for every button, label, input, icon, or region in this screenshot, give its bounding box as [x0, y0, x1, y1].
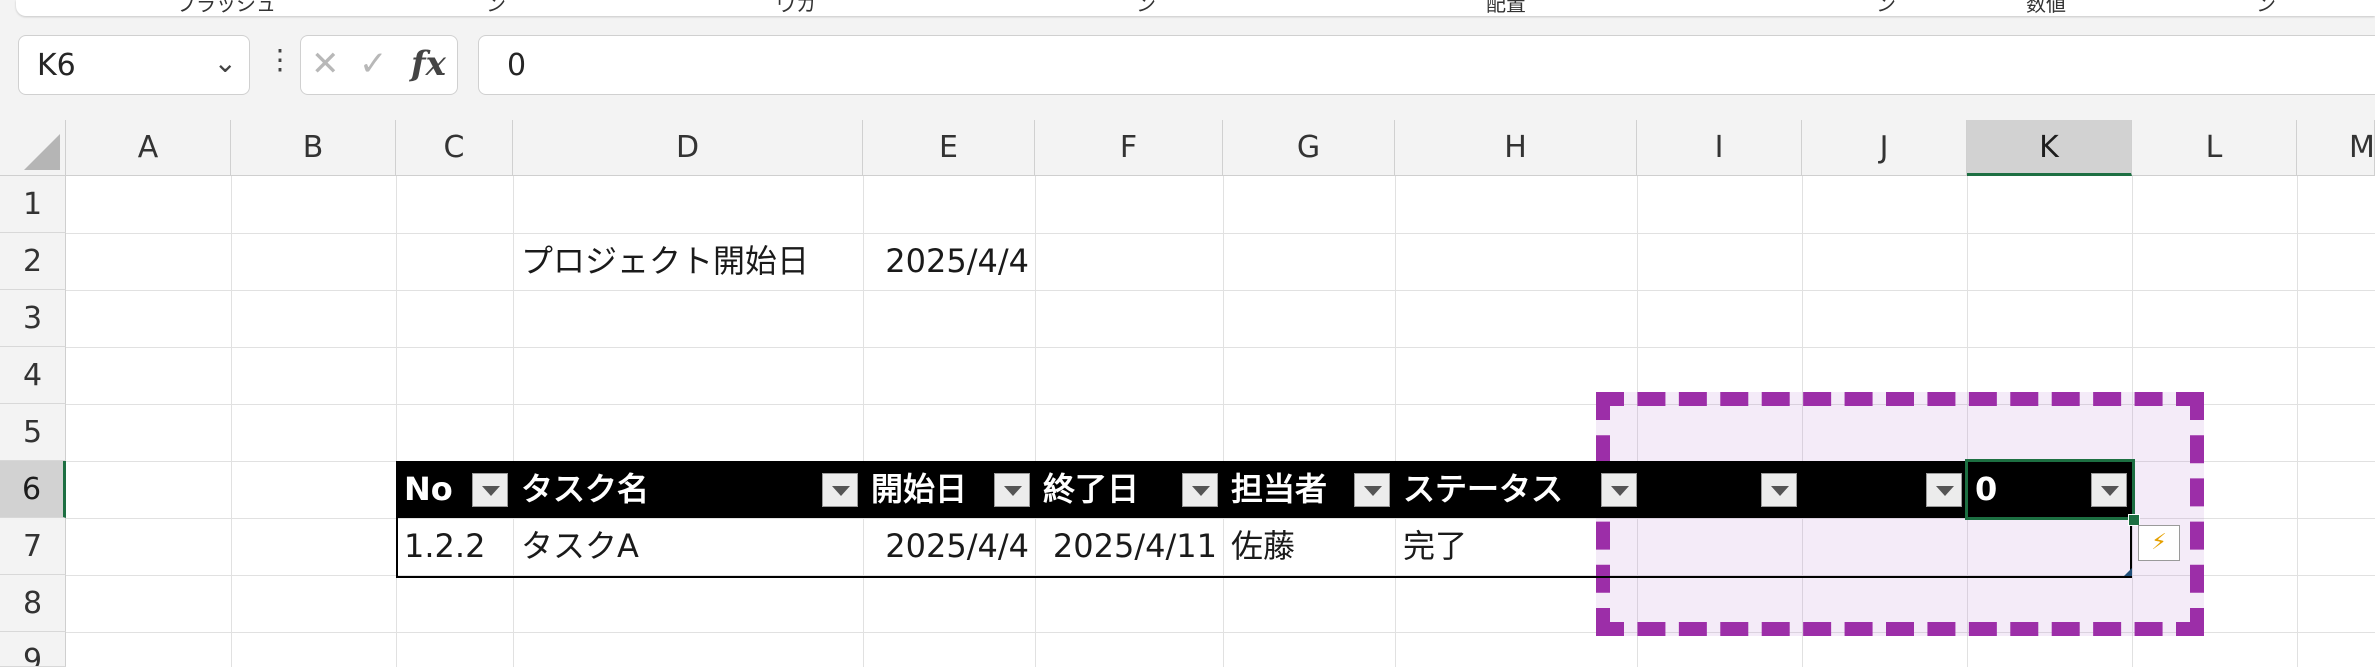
gridline [2297, 176, 2298, 667]
filter-dropdown-icon[interactable] [1926, 473, 1962, 507]
column-header-a[interactable]: A [66, 120, 231, 176]
row-header-4[interactable]: 4 [0, 347, 66, 404]
gridline [1035, 176, 1036, 667]
column-header-k[interactable]: K [1967, 120, 2132, 176]
formula-value: 0 [507, 48, 527, 83]
name-box-value: K6 [37, 48, 76, 83]
gridline [396, 176, 397, 667]
ribbon-bottom-strip: フラッシュ ン ウカ ン 配置 ン 数値 ン [16, 0, 2375, 16]
table-cell-i[interactable] [1637, 518, 1802, 575]
table-cell-start[interactable]: 2025/4/4 [863, 518, 1035, 575]
table-cell-task[interactable]: タスクA [513, 518, 863, 575]
filter-dropdown-icon[interactable] [1354, 473, 1390, 507]
column-header-e[interactable]: E [863, 120, 1035, 176]
table-header-task[interactable]: タスク名 [513, 461, 863, 518]
column-header-i[interactable]: I [1637, 120, 1802, 176]
formula-buttons: ✕ ✓ fx [300, 35, 458, 95]
column-header-d[interactable]: D [513, 120, 863, 176]
insert-function-icon[interactable]: fx [411, 44, 446, 84]
column-header-f[interactable]: F [1035, 120, 1223, 176]
ribbon-fragment: ン [2256, 0, 2276, 16]
table-cell-status[interactable]: 完了 [1395, 518, 1637, 575]
column-header-b[interactable]: B [231, 120, 396, 176]
table-cell-end[interactable]: 2025/4/11 [1035, 518, 1223, 575]
cell-d2[interactable]: プロジェクト開始日 [513, 233, 863, 290]
filter-dropdown-icon[interactable] [1182, 473, 1218, 507]
row-header-3[interactable]: 3 [0, 290, 66, 347]
gridline [1395, 176, 1396, 667]
gridline [66, 347, 2375, 348]
name-box[interactable]: K6 ⌄ [18, 35, 250, 95]
gridline [1223, 176, 1224, 667]
column-header-c[interactable]: C [396, 120, 513, 176]
table-cell-k[interactable] [1967, 518, 2132, 575]
ribbon-fragment: 数値 [2026, 0, 2066, 16]
gridline [231, 176, 232, 667]
column-header-m[interactable]: M [2297, 120, 2375, 176]
enter-icon[interactable]: ✓ [359, 44, 388, 84]
filter-dropdown-icon[interactable] [1761, 473, 1797, 507]
filter-dropdown-icon[interactable] [2091, 473, 2127, 507]
formula-bar: K6 ⌄ ⋮ ✕ ✓ fx 0 [0, 28, 2375, 108]
column-header-g[interactable]: G [1223, 120, 1395, 176]
chevron-down-icon[interactable]: ⌄ [214, 46, 237, 79]
table-cell-no[interactable]: 1.2.2 [396, 518, 513, 575]
filter-dropdown-icon[interactable] [822, 473, 858, 507]
select-all-triangle-icon [24, 134, 60, 170]
row-header-8[interactable]: 8 [0, 575, 66, 632]
row-header-7[interactable]: 7 [0, 518, 66, 575]
gridline [66, 233, 2375, 234]
ribbon-fragment: ン [1876, 0, 1896, 16]
quick-analysis-icon[interactable]: ⚡ [2138, 525, 2180, 561]
table-cell-j[interactable] [1802, 518, 1967, 575]
filter-dropdown-icon[interactable] [994, 473, 1030, 507]
cancel-icon[interactable]: ✕ [311, 44, 340, 84]
column-header-h[interactable]: H [1395, 120, 1637, 176]
ribbon-fragment: 配置 [1486, 0, 1526, 16]
formula-input[interactable]: 0 [478, 35, 2375, 95]
select-all-button[interactable] [0, 120, 66, 176]
cell-e2[interactable]: 2025/4/4 [863, 233, 1035, 290]
row-header-5[interactable]: 5 [0, 404, 66, 461]
column-header-l[interactable]: L [2132, 120, 2297, 176]
filter-dropdown-icon[interactable] [472, 473, 508, 507]
row-header-1[interactable]: 1 [0, 176, 66, 233]
column-header-j[interactable]: J [1802, 120, 1967, 176]
table-cell-assignee[interactable]: 佐藤 [1223, 518, 1395, 575]
table-resize-handle[interactable] [2124, 568, 2132, 576]
ribbon-fragment: ン [486, 0, 506, 16]
worksheet-grid[interactable]: A B C D E F G H I J K L M 1 2 3 4 5 6 7 … [0, 120, 2375, 667]
ribbon-fragment: フラッシュ [176, 0, 276, 16]
gridline [66, 290, 2375, 291]
ribbon-fragment: ン [1136, 0, 1156, 16]
more-options-icon[interactable]: ⋮ [266, 46, 294, 74]
row-header-6[interactable]: 6 [0, 461, 66, 518]
ribbon-fragment: ウカ [776, 0, 816, 16]
filter-dropdown-icon[interactable] [1601, 473, 1637, 507]
row-header-2[interactable]: 2 [0, 233, 66, 290]
row-header-9[interactable]: 9 [0, 632, 66, 667]
